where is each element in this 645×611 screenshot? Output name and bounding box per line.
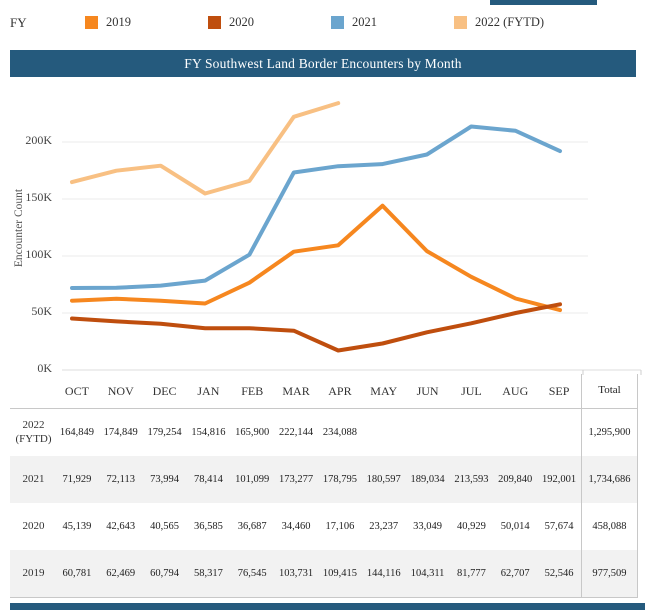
row-label: 2021 <box>10 473 55 487</box>
y-tick-label: 200K <box>0 133 52 147</box>
table-cell: 189,034 <box>406 473 450 486</box>
table-cell: 36,585 <box>186 520 230 533</box>
table-cell: 57,674 <box>537 520 581 533</box>
legend-label: 2019 <box>106 15 131 30</box>
legend-label: 2020 <box>229 15 254 30</box>
legend-item-2020[interactable]: 2020 <box>208 14 254 30</box>
table-cell: 42,643 <box>99 520 143 533</box>
total-cell: 1,734,686 <box>581 456 638 503</box>
legend-item-2022-fytd-[interactable]: 2022 (FYTD) <box>454 14 544 30</box>
chart-canvas <box>0 85 645 377</box>
column-header-total: Total <box>581 374 638 408</box>
table-cell: 180,597 <box>362 473 406 486</box>
table-cell: 33,049 <box>406 520 450 533</box>
table-cell: 209,840 <box>493 473 537 486</box>
footer-bar <box>10 603 645 610</box>
row-label: 2022 (FYTD) <box>10 419 55 447</box>
table-cell: 78,414 <box>186 473 230 486</box>
table-cell: 109,415 <box>318 567 362 580</box>
table-cell: 179,254 <box>143 426 187 439</box>
table-cell: 76,545 <box>230 567 274 580</box>
legend-item-2021[interactable]: 2021 <box>331 14 377 30</box>
row-label: 2020 <box>10 520 55 534</box>
table-cell: 104,311 <box>406 567 450 580</box>
legend-swatch <box>208 16 221 29</box>
row-label: 2019 <box>10 567 55 581</box>
table-cell: 178,795 <box>318 473 362 486</box>
table-cell: 40,929 <box>449 520 493 533</box>
table-cell: 222,144 <box>274 426 318 439</box>
legend-swatch <box>454 16 467 29</box>
series-line-2022-fytd-[interactable] <box>72 103 338 193</box>
table-cell: 164,849 <box>55 426 99 439</box>
column-header-apr: APR <box>318 384 362 399</box>
column-header-nov: NOV <box>99 384 143 399</box>
column-header-may: MAY <box>362 384 406 399</box>
table-cell: 50,014 <box>493 520 537 533</box>
table-cell: 174,849 <box>99 426 143 439</box>
table-cell: 58,317 <box>186 567 230 580</box>
chart-legend: FY 2019 2020 2021 2022 (FYTD) <box>0 0 645 44</box>
total-cell: 977,509 <box>581 550 638 597</box>
table-cell: 60,781 <box>55 567 99 580</box>
table-cell: 71,929 <box>55 473 99 486</box>
table-cell: 73,994 <box>143 473 187 486</box>
column-header-jul: JUL <box>449 384 493 399</box>
table-cell: 154,816 <box>186 426 230 439</box>
series-line-2021[interactable] <box>72 127 560 289</box>
table-cell: 52,546 <box>537 567 581 580</box>
table-cell: 62,469 <box>99 567 143 580</box>
encounters-line-chart: 0K50K100K150K200K Encounter Count <box>0 85 645 377</box>
column-header-jun: JUN <box>406 384 450 399</box>
column-header-aug: AUG <box>493 384 537 399</box>
column-header-oct: OCT <box>55 384 99 399</box>
table-cell: 192,001 <box>537 473 581 486</box>
table-cell: 234,088 <box>318 426 362 439</box>
total-cell: 458,088 <box>581 503 638 550</box>
legend-label: 2022 (FYTD) <box>475 15 544 30</box>
table-cell: 213,593 <box>449 473 493 486</box>
table-cell: 36,687 <box>230 520 274 533</box>
chart-title: FY Southwest Land Border Encounters by M… <box>184 56 462 71</box>
y-tick-label: 0K <box>0 361 52 375</box>
table-cell: 81,777 <box>449 567 493 580</box>
table-row-2022-fytd-: 2022 (FYTD)164,849174,849179,254154,8161… <box>10 409 638 456</box>
table-row-2019: 201960,78162,46960,79458,31776,545103,73… <box>10 550 638 598</box>
table-cell: 45,139 <box>55 520 99 533</box>
y-tick-label: 50K <box>0 304 52 318</box>
legend-swatch <box>85 16 98 29</box>
encounters-table: OCTNOVDECJANFEBMARAPRMAYJUNJULAUGSEPTota… <box>10 374 638 598</box>
legend-fy-label: FY <box>10 15 27 31</box>
legend-swatch <box>331 16 344 29</box>
table-cell: 62,707 <box>493 567 537 580</box>
column-header-dec: DEC <box>143 384 187 399</box>
table-cell: 34,460 <box>274 520 318 533</box>
table-cell: 40,565 <box>143 520 187 533</box>
y-axis-label: Encounter Count <box>13 153 27 303</box>
series-line-2019[interactable] <box>72 206 560 310</box>
column-header-mar: MAR <box>274 384 318 399</box>
table-row-2020: 202045,13942,64340,56536,58536,68734,460… <box>10 503 638 550</box>
legend-item-2019[interactable]: 2019 <box>85 14 131 30</box>
table-cell: 60,794 <box>143 567 187 580</box>
table-cell: 103,731 <box>274 567 318 580</box>
table-cell: 165,900 <box>230 426 274 439</box>
legend-label: 2021 <box>352 15 377 30</box>
table-cell: 23,237 <box>362 520 406 533</box>
series-line-2020[interactable] <box>72 304 560 350</box>
total-cell: 1,295,900 <box>581 409 638 456</box>
table-cell: 17,106 <box>318 520 362 533</box>
table-cell: 144,116 <box>362 567 406 580</box>
column-header-sep: SEP <box>537 384 581 399</box>
table-cell: 173,277 <box>274 473 318 486</box>
table-row-2021: 202171,92972,11373,99478,414101,099173,2… <box>10 456 638 503</box>
table-cell: 72,113 <box>99 473 143 486</box>
column-header-jan: JAN <box>186 384 230 399</box>
table-header-row: OCTNOVDECJANFEBMARAPRMAYJUNJULAUGSEPTota… <box>10 374 638 409</box>
chart-title-bar: FY Southwest Land Border Encounters by M… <box>10 50 636 77</box>
column-header-feb: FEB <box>230 384 274 399</box>
table-cell: 101,099 <box>230 473 274 486</box>
